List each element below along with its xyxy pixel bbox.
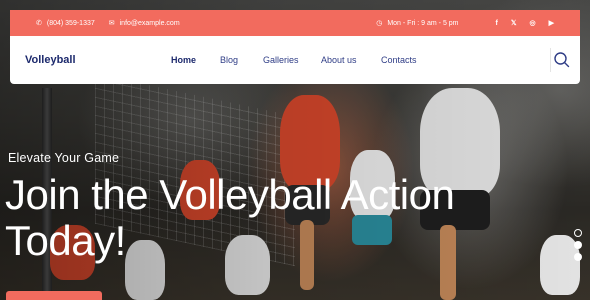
instagram-icon[interactable]: ◎ bbox=[530, 19, 536, 27]
opening-hours: ◷ Mon - Fri : 9 am - 5 pm bbox=[376, 19, 459, 28]
clock-icon: ◷ bbox=[376, 20, 383, 27]
site-logo[interactable]: Volleyball bbox=[25, 54, 76, 66]
hero-cta-button[interactable] bbox=[6, 291, 102, 300]
nav-item-blog[interactable]: Blog bbox=[220, 55, 263, 65]
slide-dot-2[interactable] bbox=[574, 241, 582, 249]
email-address: info@example.com bbox=[119, 19, 180, 27]
phone-icon: ✆ bbox=[36, 20, 42, 27]
facebook-icon[interactable]: f bbox=[496, 20, 498, 27]
nav-item-galleries[interactable]: Galleries bbox=[263, 55, 321, 65]
nav-menu: Home Blog Galleries About us Contacts bbox=[171, 36, 431, 84]
hero-kicker: Elevate Your Game bbox=[8, 151, 120, 165]
search-button[interactable] bbox=[552, 50, 572, 70]
youtube-icon[interactable]: ▶ bbox=[549, 19, 554, 27]
social-links: f 𝕏 ◎ ▶ bbox=[483, 19, 554, 28]
mail-icon: ✉ bbox=[108, 20, 115, 27]
slider-pagination bbox=[574, 229, 582, 265]
email-contact[interactable]: ✉ info@example.com bbox=[108, 19, 180, 28]
headline-line-2: Today! bbox=[5, 217, 126, 264]
nav-item-contacts[interactable]: Contacts bbox=[381, 55, 431, 65]
nav-item-about-us[interactable]: About us bbox=[321, 55, 381, 65]
phone-number: (804) 359-1337 bbox=[46, 19, 95, 27]
hours-text: Mon - Fri : 9 am - 5 pm bbox=[387, 19, 459, 27]
phone-contact[interactable]: ✆ (804) 359-1337 bbox=[36, 19, 95, 28]
slide-dot-1[interactable] bbox=[574, 229, 582, 237]
headline-line-1: Join the Volleyball Action bbox=[5, 171, 455, 218]
top-contact-bar: ✆ (804) 359-1337 ✉ info@example.com ◷ Mo… bbox=[10, 10, 580, 36]
x-icon[interactable]: 𝕏 bbox=[511, 19, 517, 27]
main-navigation: Volleyball Home Blog Galleries About us … bbox=[10, 36, 580, 84]
nav-divider bbox=[550, 48, 551, 72]
nav-item-home[interactable]: Home bbox=[171, 55, 220, 65]
search-icon bbox=[554, 52, 570, 68]
hero-headline: Join the Volleyball Action Today! bbox=[5, 172, 565, 264]
slide-dot-3[interactable] bbox=[574, 253, 582, 261]
